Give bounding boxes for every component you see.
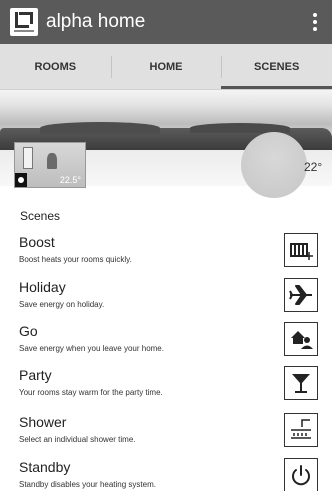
scene-name: Shower: [19, 414, 67, 430]
outside-temperature: 22°: [304, 160, 323, 174]
tab-scenes[interactable]: SCENES: [221, 44, 332, 89]
camera-icon: [15, 173, 27, 187]
scene-description: Select an individual shower time.: [19, 435, 136, 444]
shower-icon[interactable]: [284, 413, 318, 447]
scene-description: Save energy when you leave your home.: [19, 344, 164, 353]
scene-name: Holiday: [19, 279, 66, 295]
temperature-dial: [241, 132, 307, 198]
room-temperature: 22.5°: [59, 175, 81, 185]
scene-description: Save energy on holiday.: [19, 300, 105, 309]
scene-boost[interactable]: Boost Boost heats your rooms quickly.: [0, 233, 332, 271]
alpha-logo-icon: [10, 8, 38, 36]
app-title: alpha home: [46, 11, 146, 32]
scene-shower[interactable]: Shower Select an individual shower time.: [0, 413, 332, 451]
scenes-heading: Scenes: [20, 209, 61, 223]
airplane-icon[interactable]: [284, 278, 318, 312]
tab-bar: ROOMS HOME SCENES: [0, 44, 332, 90]
scene-standby[interactable]: Standby Standby disables your heating sy…: [0, 458, 332, 491]
power-icon[interactable]: [284, 458, 318, 491]
scene-description: Your rooms stay warm for the party time.: [19, 388, 163, 397]
app-bar: alpha home: [0, 0, 332, 44]
scene-name: Standby: [19, 459, 71, 475]
radiator-boost-icon[interactable]: [284, 233, 318, 267]
scene-description: Boost heats your rooms quickly.: [19, 255, 132, 264]
overflow-menu-icon[interactable]: [312, 13, 318, 31]
scene-go[interactable]: Go Save energy when you leave your home.: [0, 322, 332, 360]
scene-name: Party: [19, 367, 52, 383]
scene-name: Boost: [19, 234, 55, 250]
cocktail-glass-icon[interactable]: [284, 366, 318, 400]
tab-rooms[interactable]: ROOMS: [0, 44, 111, 89]
scene-name: Go: [19, 323, 38, 339]
leave-home-icon[interactable]: [284, 322, 318, 356]
scene-description: Standby disables your heating system.: [19, 480, 156, 489]
room-thumbnail[interactable]: 22.5°: [14, 142, 86, 188]
scene-party[interactable]: Party Your rooms stay warm for the party…: [0, 366, 332, 404]
tab-home[interactable]: HOME: [110, 44, 222, 89]
scene-holiday[interactable]: Holiday Save energy on holiday.: [0, 278, 332, 316]
